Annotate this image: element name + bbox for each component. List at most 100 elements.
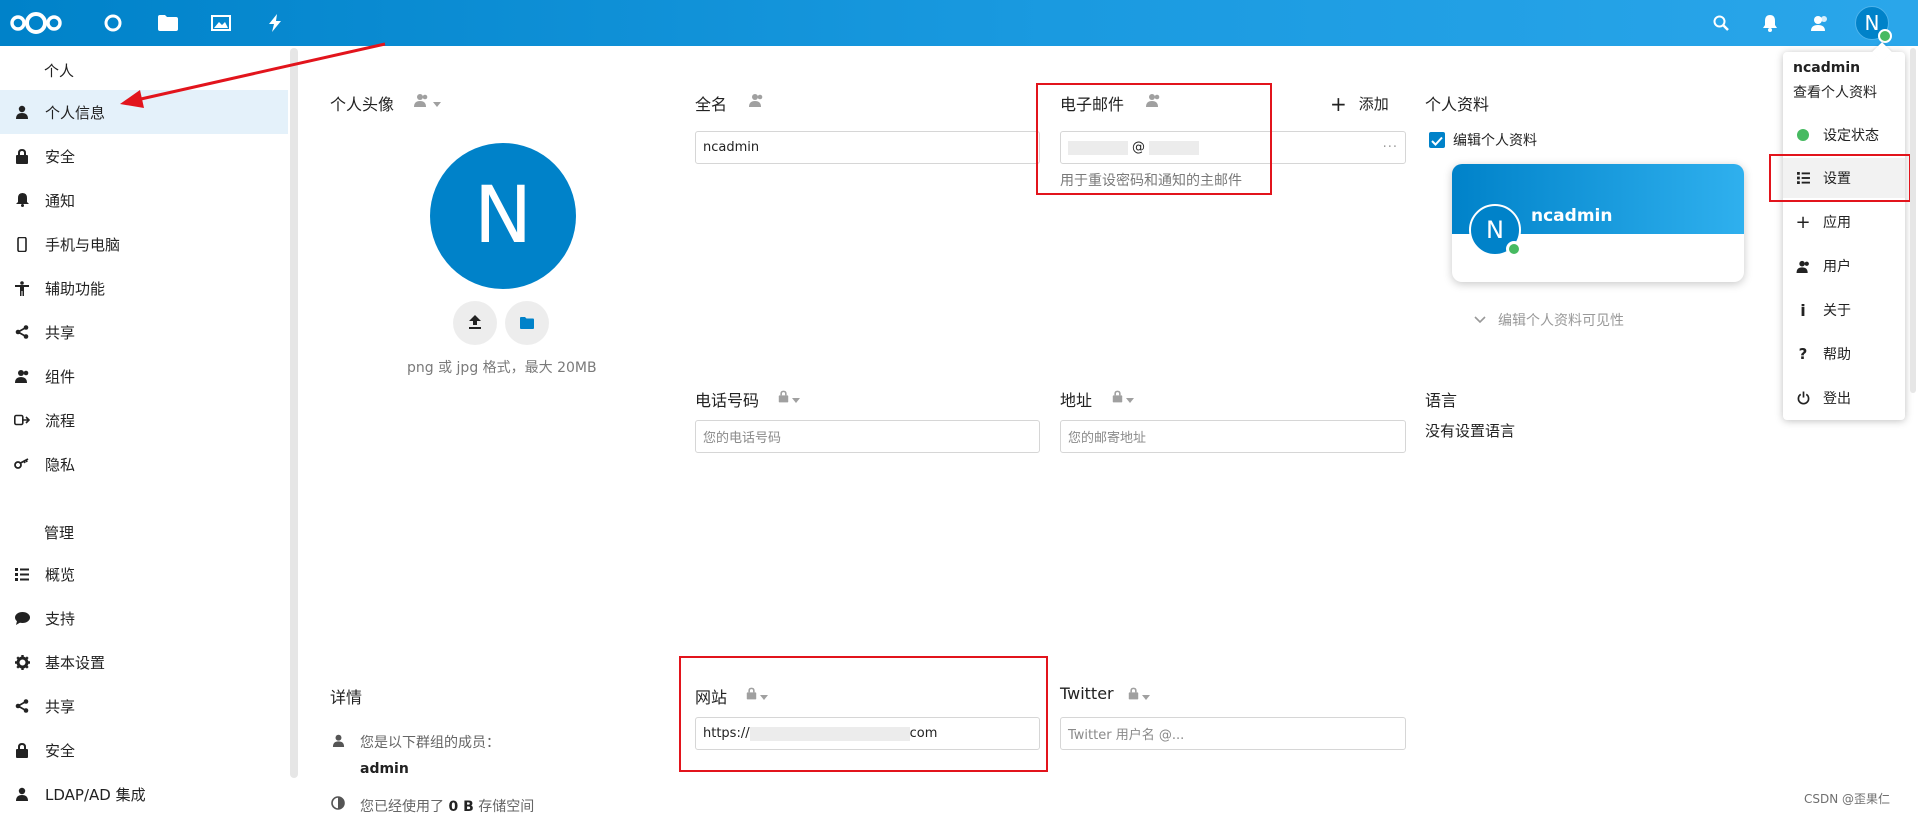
lock-icon: [778, 388, 789, 407]
storage-prefix: 您已经使用了: [360, 799, 444, 815]
phone-icon: [12, 236, 32, 252]
sidebar-item-accessibility[interactable]: 辅助功能: [0, 266, 288, 310]
sidebar-item-sharing[interactable]: 共享: [0, 310, 288, 354]
menu-item-apps[interactable]: + 应用: [1783, 202, 1905, 242]
fullname-input[interactable]: ncadmin: [695, 131, 1040, 164]
sidebar-item-label: 基本设置: [45, 653, 106, 672]
dashboard-icon[interactable]: [100, 10, 126, 36]
sidebar-item-groupware[interactable]: 组件: [0, 354, 288, 398]
sidebar-item-admin-security[interactable]: 安全: [0, 728, 288, 772]
menu-item-users[interactable]: 用户: [1783, 246, 1905, 286]
lock-icon: [12, 148, 32, 164]
lock-icon: [12, 742, 32, 758]
sidebar-item-admin-sharing[interactable]: 共享: [0, 684, 288, 728]
menu-item-set-status[interactable]: 设定状态: [1783, 115, 1905, 155]
menu-username: ncadmin: [1793, 60, 1861, 76]
phone-input[interactable]: 您的电话号码: [695, 420, 1040, 453]
sidebar-item-basic-settings[interactable]: 基本设置: [0, 640, 288, 684]
sidebar-item-overview[interactable]: 概览: [0, 552, 288, 596]
profile-label: 个人资料: [1425, 95, 1490, 114]
help-icon: ?: [1798, 345, 1808, 363]
contacts-scope-icon[interactable]: [749, 92, 765, 111]
share-icon: [12, 325, 32, 339]
power-icon: [1795, 391, 1811, 405]
nextcloud-logo-icon[interactable]: [10, 8, 62, 38]
storage-suffix: 存储空间: [478, 799, 535, 815]
twitter-input[interactable]: Twitter 用户名 @...: [1060, 717, 1406, 750]
key-icon: [12, 458, 32, 470]
sidebar-item-ldap[interactable]: LDAP/AD 集成: [0, 772, 288, 816]
profile-visibility-toggle[interactable]: 编辑个人资料可见性: [1474, 310, 1624, 330]
language-value: 没有设置语言: [1425, 422, 1516, 440]
status-online-icon: [1878, 29, 1892, 43]
activity-icon[interactable]: [262, 10, 288, 36]
avatar-section-label: 个人头像: [330, 95, 395, 114]
user-icon: [332, 732, 345, 751]
sidebar-heading-admin: 管理: [44, 524, 75, 542]
main-scrollbar[interactable]: [1910, 48, 1916, 393]
menu-item-label: 帮助: [1823, 347, 1851, 363]
files-icon[interactable]: [155, 10, 181, 36]
photos-icon[interactable]: [208, 10, 234, 36]
flow-icon: [12, 414, 32, 426]
sidebar-item-devices[interactable]: 手机与电脑: [0, 222, 288, 266]
menu-item-help[interactable]: ? 帮助: [1783, 334, 1905, 374]
sidebar-item-notifications[interactable]: 通知: [0, 178, 288, 222]
enable-profile-checkbox[interactable]: [1429, 132, 1445, 148]
profile-card-name: ncadmin: [1531, 206, 1613, 226]
menu-item-label: 设定状态: [1823, 128, 1879, 144]
chevron-down-icon: [792, 388, 800, 407]
sidebar-scrollbar[interactable]: [290, 48, 298, 778]
twitter-label: Twitter: [1060, 684, 1114, 703]
add-email-button[interactable]: + 添加: [1330, 93, 1389, 114]
status-dot-icon: [1795, 129, 1811, 141]
group-icon: [12, 369, 32, 383]
settings-sidebar: 个人 个人信息 安全 通知 手机与电脑 辅助功能 共享 组件 流程 隐私 管理 …: [0, 46, 290, 815]
address-input[interactable]: 您的邮寄地址: [1060, 420, 1406, 453]
lock-icon: [1128, 685, 1139, 704]
lock-icon: [1112, 388, 1123, 407]
address-label: 地址: [1060, 391, 1093, 410]
sidebar-item-label: 个人信息: [45, 103, 106, 122]
notifications-icon[interactable]: [1757, 10, 1783, 36]
menu-view-profile[interactable]: 查看个人资料: [1793, 82, 1877, 102]
sidebar-item-support[interactable]: 支持: [0, 596, 288, 640]
menu-item-about[interactable]: i 关于: [1783, 290, 1905, 330]
menu-item-logout[interactable]: 登出: [1783, 378, 1905, 418]
enable-profile-label[interactable]: 编辑个人资料: [1453, 130, 1537, 150]
address-visibility-dropdown[interactable]: [1112, 388, 1134, 407]
storage-usage-text: 您已经使用了 0 B 存储空间: [360, 796, 534, 816]
profile-card-initial: N: [1486, 216, 1504, 244]
user-avatar-button[interactable]: N: [1855, 6, 1892, 43]
gear-icon: [12, 654, 32, 670]
checkmark-icon: [1431, 131, 1443, 150]
sidebar-item-label: 流程: [45, 411, 76, 430]
search-icon[interactable]: [1708, 10, 1734, 36]
chevron-down-icon: [1474, 312, 1486, 328]
groups-membership-text: 您是以下群组的成员：: [360, 735, 500, 751]
user-menu: ncadmin 查看个人资料 设定状态 设置 + 应用 用户 i 关于 ? 帮助…: [1783, 42, 1905, 420]
avatar-visibility-dropdown[interactable]: [414, 92, 441, 111]
watermark: CSDN @歪果仁: [1804, 792, 1891, 806]
chevron-down-icon: [1126, 388, 1134, 407]
sidebar-item-flow[interactable]: 流程: [0, 398, 288, 442]
upload-avatar-button[interactable]: [453, 301, 497, 345]
user-icon: [12, 787, 32, 801]
share-icon: [12, 699, 32, 713]
profile-preview-card[interactable]: N ncadmin: [1452, 164, 1744, 282]
fullname-label: 全名: [695, 95, 728, 114]
phone-visibility-dropdown[interactable]: [778, 388, 800, 407]
phone-label: 电话号码: [695, 391, 760, 410]
sidebar-item-label: 辅助功能: [45, 279, 106, 298]
sidebar-item-label: 共享: [45, 323, 76, 342]
profile-visibility-label: 编辑个人资料可见性: [1498, 313, 1624, 329]
email-more-options-icon[interactable]: ···: [1383, 140, 1398, 155]
sidebar-item-security[interactable]: 安全: [0, 134, 288, 178]
sidebar-item-privacy[interactable]: 隐私: [0, 442, 288, 486]
twitter-visibility-dropdown[interactable]: [1128, 685, 1150, 704]
annotation-box-email: [1036, 83, 1272, 195]
contacts-icon[interactable]: [1807, 10, 1833, 36]
details-label: 详情: [330, 688, 363, 707]
language-label: 语言: [1425, 391, 1458, 410]
choose-avatar-from-files-button[interactable]: [505, 301, 549, 345]
